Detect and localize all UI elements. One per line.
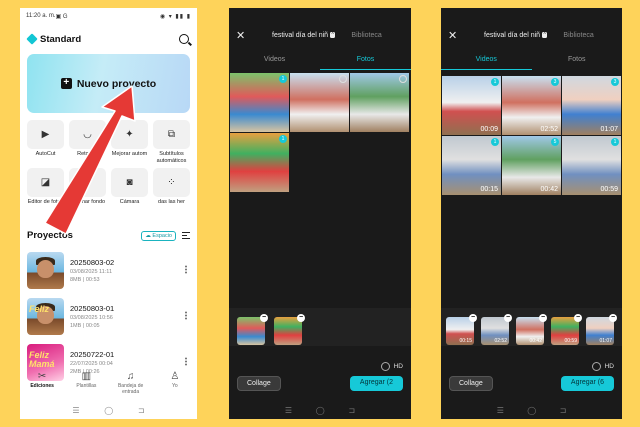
red-arrow-annotation (44, 85, 136, 235)
home-icon[interactable]: ◯ (316, 406, 325, 415)
home-icon[interactable]: ◯ (527, 406, 536, 415)
selected-thumb[interactable]: − 00:59 (551, 314, 582, 345)
remove-icon[interactable]: − (504, 314, 512, 322)
selected-thumb[interactable]: − (274, 314, 305, 345)
thumb-duration: 00:59 (564, 338, 577, 344)
media-picker-photos: ✕ festival día del niñ ^ Biblioteca Vide… (229, 8, 411, 419)
photo-cell[interactable]: 1 (230, 133, 289, 192)
hd-toggle[interactable]: HD (591, 362, 614, 371)
thumb-duration: 01:07 (599, 338, 612, 344)
selected-thumb[interactable]: − (237, 314, 268, 345)
hd-label: HD (393, 363, 403, 370)
video-duration: 00:09 (480, 126, 498, 133)
selection-strip: − 00:15 − 02:52 − 00:42 − 00:59 − 01:07 (441, 308, 622, 346)
hd-label: HD (604, 363, 614, 370)
media-tabs: Videos Fotos (441, 52, 622, 70)
video-cell[interactable]: 1 00:09 (442, 76, 501, 135)
capcut-home-screen: 11:20 a. m. ▣ G ◉ ▾ ▮▮ ▮ Standard + Nuev… (20, 8, 197, 419)
video-duration: 01:07 (600, 126, 618, 133)
tab-library[interactable]: Biblioteca (563, 32, 593, 39)
selected-badge: 1 (279, 75, 287, 83)
album-dropdown[interactable]: festival día del niñ ^ (484, 31, 548, 39)
back-icon[interactable]: ⊐ (560, 406, 567, 415)
selected-badge: 5 (551, 138, 559, 146)
photo-cell[interactable] (350, 73, 409, 132)
album-title: festival día del niñ (272, 31, 329, 39)
selection-strip: − − (229, 308, 411, 346)
hd-radio-icon (380, 362, 390, 371)
remove-icon[interactable]: − (260, 314, 268, 322)
recents-icon[interactable]: ☰ (285, 406, 292, 415)
picker-header: ✕ festival día del niñ ^ Biblioteca (441, 24, 622, 46)
video-duration: 00:42 (540, 186, 558, 193)
album-title: festival día del niñ (484, 31, 541, 39)
thumb-duration: 02:52 (494, 338, 507, 344)
photo-cell[interactable] (290, 73, 349, 132)
selected-thumb[interactable]: − 02:52 (481, 314, 512, 345)
chevron-up-icon: ^ (330, 32, 336, 38)
hd-toggle[interactable]: HD (380, 362, 403, 371)
selected-badge: 1 (279, 135, 287, 143)
album-dropdown[interactable]: festival día del niñ ^ (272, 31, 336, 39)
video-cell[interactable]: 3 02:52 (502, 76, 561, 135)
collage-button[interactable]: Collage (449, 376, 493, 391)
collage-button[interactable]: Collage (237, 376, 281, 391)
photo-grid: 11 (230, 73, 409, 192)
back-icon[interactable]: ⊐ (348, 406, 355, 415)
tab-videos[interactable]: Videos (229, 52, 320, 70)
close-icon[interactable]: ✕ (236, 29, 252, 42)
tab-videos[interactable]: Videos (441, 52, 532, 70)
thumb-duration: 00:15 (459, 338, 472, 344)
media-picker-videos: ✕ festival día del niñ ^ Biblioteca Vide… (441, 8, 622, 419)
add-button[interactable]: Agregar (2 (349, 376, 403, 391)
select-ring-icon[interactable] (399, 75, 407, 83)
selected-thumb[interactable]: − 01:07 (586, 314, 617, 345)
remove-icon[interactable]: − (539, 314, 547, 322)
system-nav: ☰ ◯ ⊐ (441, 406, 622, 415)
select-ring-icon[interactable] (339, 75, 347, 83)
selected-badge: 1 (491, 78, 499, 86)
close-icon[interactable]: ✕ (448, 29, 464, 42)
photo-cell[interactable]: 1 (230, 73, 289, 132)
selected-badge: 1 (611, 138, 619, 146)
recents-icon[interactable]: ☰ (497, 406, 504, 415)
video-grid: 1 00:09 3 02:52 3 01:07 1 00:15 5 00:42 1 00:59 (442, 76, 621, 195)
tab-library[interactable]: Biblioteca (351, 32, 381, 39)
chevron-up-icon: ^ (542, 32, 548, 38)
remove-icon[interactable]: − (574, 314, 582, 322)
add-button[interactable]: Agregar (6 (560, 376, 614, 391)
remove-icon[interactable]: − (297, 314, 305, 322)
picker-header: ✕ festival día del niñ ^ Biblioteca (229, 24, 411, 46)
hd-radio-icon (591, 362, 601, 371)
tab-fotos[interactable]: Fotos (320, 52, 411, 70)
video-duration: 02:52 (540, 126, 558, 133)
selected-badge: 3 (611, 78, 619, 86)
selected-badge: 3 (551, 78, 559, 86)
remove-icon[interactable]: − (469, 314, 477, 322)
video-cell[interactable]: 3 01:07 (562, 76, 621, 135)
selected-badge: 1 (491, 138, 499, 146)
tab-fotos[interactable]: Fotos (532, 52, 623, 70)
remove-icon[interactable]: − (609, 314, 617, 322)
thumb-duration: 00:42 (529, 338, 542, 344)
system-nav: ☰ ◯ ⊐ (229, 406, 411, 415)
video-duration: 00:15 (480, 186, 498, 193)
selected-thumb[interactable]: − 00:42 (516, 314, 547, 345)
selected-thumb[interactable]: − 00:15 (446, 314, 477, 345)
media-tabs: Videos Fotos (229, 52, 411, 70)
video-cell[interactable]: 5 00:42 (502, 136, 561, 195)
video-cell[interactable]: 1 00:15 (442, 136, 501, 195)
video-cell[interactable]: 1 00:59 (562, 136, 621, 195)
video-duration: 00:59 (600, 186, 618, 193)
